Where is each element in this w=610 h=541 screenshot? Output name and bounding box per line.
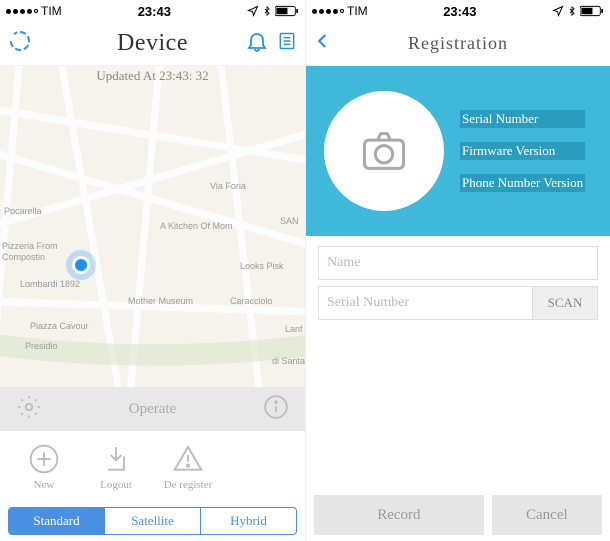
device-header: Device xyxy=(0,22,305,66)
phone-number-version-label: Phone Number Version xyxy=(460,174,585,192)
registration-header: Registration xyxy=(306,22,610,66)
map-poi-label: Lanf xyxy=(285,324,303,334)
map-poi-label: Pizzeria From xyxy=(2,241,58,251)
map-poi-label: Caracciolo xyxy=(230,296,273,306)
location-arrow-icon xyxy=(247,5,259,17)
registration-form: Name Serial Number SCAN xyxy=(306,236,610,330)
status-bar: TIM 23:43 xyxy=(0,0,305,22)
map-poi-label: di Santa xyxy=(272,356,305,366)
cancel-label: Cancel xyxy=(526,507,568,524)
signal-dots-icon xyxy=(6,9,38,14)
name-field[interactable]: Name xyxy=(318,246,598,280)
list-icon[interactable] xyxy=(277,29,297,58)
new-button[interactable]: New xyxy=(12,443,76,491)
map-updated-label: Updated At 23:43: 32 xyxy=(0,68,305,84)
segment-hybrid[interactable]: Hybrid xyxy=(201,508,296,534)
operate-bar: Operate xyxy=(0,387,305,431)
registration-banner: Serial Number Firmware Version Phone Num… xyxy=(306,66,610,236)
map-poi-label: Lombardi 1892 xyxy=(20,279,80,289)
map-poi-label: SAN xyxy=(280,216,299,226)
device-screen: TIM 23:43 Device xyxy=(0,0,305,541)
bluetooth-icon xyxy=(262,4,272,18)
registration-screen: TIM 23:43 Registration xyxy=(305,0,610,541)
page-title: Registration xyxy=(408,33,508,54)
deregister-button[interactable]: De register xyxy=(156,443,220,491)
bell-icon[interactable] xyxy=(245,29,269,58)
location-arrow-icon xyxy=(552,5,564,17)
map-road-label: Via Foria xyxy=(210,181,246,191)
map-poi-label: Pocarella xyxy=(4,206,42,216)
refresh-icon[interactable] xyxy=(8,29,32,58)
segment-standard[interactable]: Standard xyxy=(9,508,105,534)
camera-icon xyxy=(358,125,410,177)
battery-icon xyxy=(275,5,299,17)
carrier-label: TIM xyxy=(347,4,368,18)
map-poi-label: Piazza Cavour xyxy=(30,321,89,331)
map-roads xyxy=(0,66,305,387)
map-poi-label: Compostin xyxy=(2,252,45,262)
deregister-label: De register xyxy=(164,479,213,491)
new-label: New xyxy=(34,479,55,491)
signal-dots-icon xyxy=(312,9,344,14)
registration-buttons: Record Cancel xyxy=(306,489,610,541)
back-icon[interactable] xyxy=(314,27,332,60)
gear-icon[interactable] xyxy=(16,394,42,425)
map-poi-label: Mother Museum xyxy=(128,296,193,306)
operate-label: Operate xyxy=(129,401,176,418)
carrier-label: TIM xyxy=(41,4,62,18)
info-icon[interactable] xyxy=(263,394,289,425)
action-row: New Logout De register xyxy=(0,431,305,503)
page-title: Device xyxy=(117,30,188,57)
map-mode-segment: Standard Satellite Hybrid xyxy=(0,503,305,541)
status-time: 23:43 xyxy=(138,4,171,19)
cancel-button[interactable]: Cancel xyxy=(492,495,602,535)
map-poi-label: Looks Pisk xyxy=(240,261,284,271)
current-location-dot xyxy=(72,256,90,274)
photo-upload-button[interactable] xyxy=(324,91,444,211)
serial-placeholder: Serial Number xyxy=(327,295,409,311)
logout-label: Logout xyxy=(100,479,132,491)
name-placeholder: Name xyxy=(327,255,360,271)
status-bar: TIM 23:43 xyxy=(306,0,610,22)
serial-number-field[interactable]: Serial Number xyxy=(318,286,532,320)
map-poi-label: Presidio xyxy=(25,341,58,351)
firmware-version-label: Firmware Version xyxy=(460,142,585,160)
scan-button[interactable]: SCAN xyxy=(532,286,598,320)
device-info-labels: Serial Number Firmware Version Phone Num… xyxy=(460,110,585,192)
logout-button[interactable]: Logout xyxy=(84,443,148,491)
segment-satellite[interactable]: Satellite xyxy=(105,508,201,534)
bluetooth-icon xyxy=(567,4,577,18)
status-time: 23:43 xyxy=(443,4,476,19)
record-label: Record xyxy=(377,507,420,524)
record-button[interactable]: Record xyxy=(314,495,484,535)
map-view[interactable]: Updated At 23:43: 32 Pocarella Pizzeria … xyxy=(0,66,305,387)
serial-number-label: Serial Number xyxy=(460,110,585,128)
battery-icon xyxy=(580,5,604,17)
map-poi-label: A Kitchen Of Mom xyxy=(160,221,233,231)
scan-label: SCAN xyxy=(548,295,583,311)
